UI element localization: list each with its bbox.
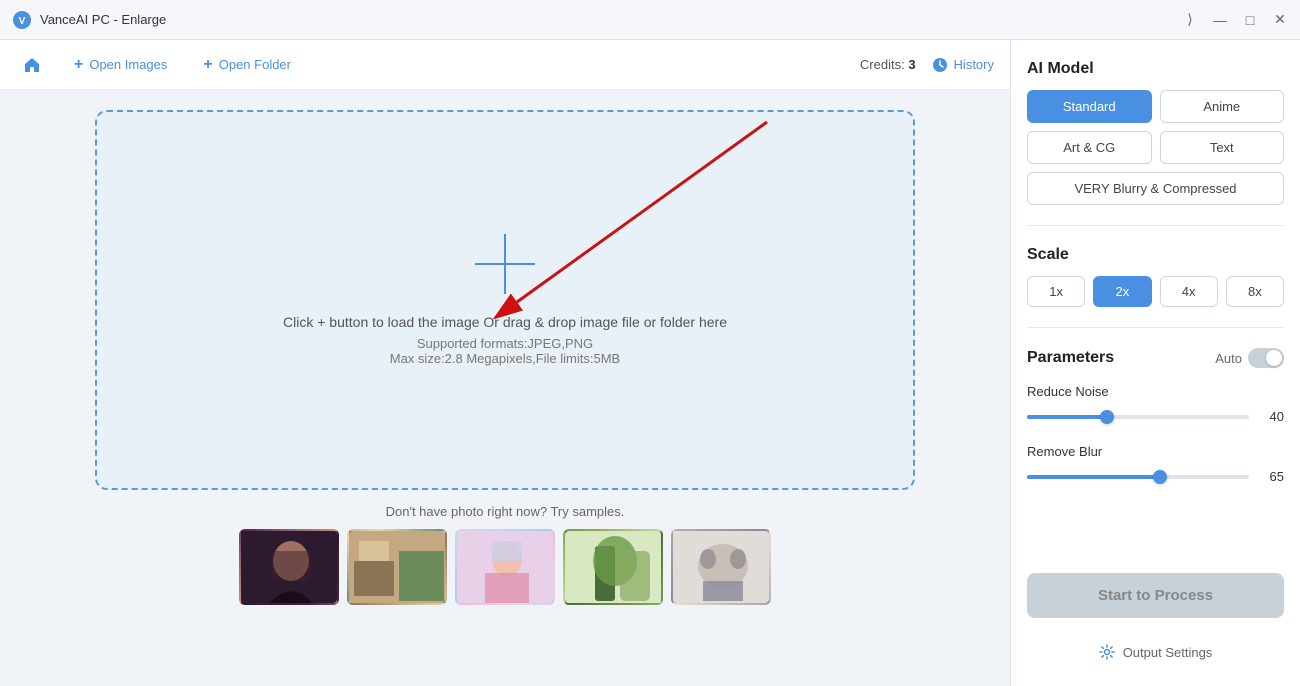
remove-blur-track[interactable] bbox=[1027, 475, 1249, 479]
samples-row bbox=[239, 529, 771, 605]
divider-1 bbox=[1027, 225, 1284, 226]
app-layout: + Open Images + Open Folder Credits: 3 H… bbox=[0, 40, 1300, 686]
ai-model-title: AI Model bbox=[1027, 60, 1284, 78]
right-panel: AI Model Standard Anime Art & CG Text VE… bbox=[1010, 40, 1300, 686]
minimize-button[interactable]: — bbox=[1212, 12, 1228, 28]
plus-icon-folder: + bbox=[203, 56, 212, 74]
divider-2 bbox=[1027, 327, 1284, 328]
parameters-section: Parameters Auto Reduce Noise 40 Remove B… bbox=[1027, 348, 1284, 504]
sample-image-1[interactable] bbox=[239, 529, 339, 605]
open-folder-button[interactable]: + Open Folder bbox=[193, 50, 301, 80]
output-settings-button[interactable]: Output Settings bbox=[1027, 638, 1284, 666]
parameters-title: Parameters bbox=[1027, 349, 1114, 367]
crosshair-icon bbox=[475, 234, 535, 294]
gear-icon bbox=[1099, 644, 1115, 660]
sample-image-4[interactable] bbox=[563, 529, 663, 605]
toolbar: + Open Images + Open Folder Credits: 3 H… bbox=[0, 40, 1010, 90]
credits-value: 3 bbox=[908, 57, 915, 72]
open-images-button[interactable]: + Open Images bbox=[64, 50, 177, 80]
app-title: VanceAI PC - Enlarge bbox=[40, 12, 166, 27]
close-button[interactable]: ✕ bbox=[1272, 12, 1288, 28]
vance-icon[interactable]: ⟩ bbox=[1182, 12, 1198, 28]
sample-image-3[interactable] bbox=[455, 529, 555, 605]
credits-text: Credits: 3 bbox=[860, 57, 916, 72]
ai-model-section: AI Model Standard Anime Art & CG Text VE… bbox=[1027, 60, 1284, 205]
start-process-button[interactable]: Start to Process bbox=[1027, 573, 1284, 618]
sample-image-5[interactable] bbox=[671, 529, 771, 605]
model-anime-button[interactable]: Anime bbox=[1160, 90, 1285, 123]
reduce-noise-label: Reduce Noise bbox=[1027, 384, 1284, 399]
auto-toggle-group: Auto bbox=[1215, 348, 1284, 368]
plus-icon: + bbox=[74, 56, 83, 74]
open-folder-label: Open Folder bbox=[219, 57, 291, 72]
samples-label: Don't have photo right now? Try samples. bbox=[386, 504, 625, 519]
samples-section: Don't have photo right now? Try samples. bbox=[239, 504, 771, 605]
model-blurry-button[interactable]: VERY Blurry & Compressed bbox=[1027, 172, 1284, 205]
model-text-button[interactable]: Text bbox=[1160, 131, 1285, 164]
home-button[interactable] bbox=[16, 49, 48, 81]
remove-blur-label: Remove Blur bbox=[1027, 444, 1284, 459]
remove-blur-value: 65 bbox=[1259, 469, 1284, 484]
model-artcg-button[interactable]: Art & CG bbox=[1027, 131, 1152, 164]
reduce-noise-fill bbox=[1027, 415, 1107, 419]
app-logo: V bbox=[12, 10, 32, 30]
drop-zone[interactable]: Click + button to load the image Or drag… bbox=[95, 110, 915, 490]
main-area: + Open Images + Open Folder Credits: 3 H… bbox=[0, 40, 1010, 686]
scale-row: 1x 2x 4x 8x bbox=[1027, 276, 1284, 307]
titlebar-left: V VanceAI PC - Enlarge bbox=[12, 10, 166, 30]
scale-2x-button[interactable]: 2x bbox=[1093, 276, 1151, 307]
history-label: History bbox=[954, 57, 994, 72]
maximize-button[interactable]: □ bbox=[1242, 12, 1258, 28]
auto-toggle[interactable] bbox=[1248, 348, 1284, 368]
history-button[interactable]: History bbox=[932, 57, 994, 73]
scale-section: Scale 1x 2x 4x 8x bbox=[1027, 246, 1284, 307]
drop-sub-text1: Supported formats:JPEG,PNG bbox=[417, 336, 593, 351]
auto-label: Auto bbox=[1215, 351, 1242, 366]
credits-area: Credits: 3 History bbox=[860, 57, 994, 73]
remove-blur-row: 65 bbox=[1027, 469, 1284, 484]
drop-sub-text2: Max size:2.8 Megapixels,File limits:5MB bbox=[390, 351, 620, 366]
reduce-noise-value: 40 bbox=[1259, 409, 1284, 424]
params-header: Parameters Auto bbox=[1027, 348, 1284, 368]
model-standard-button[interactable]: Standard bbox=[1027, 90, 1152, 123]
titlebar: V VanceAI PC - Enlarge ⟩ — □ ✕ bbox=[0, 0, 1300, 40]
scale-8x-button[interactable]: 8x bbox=[1226, 276, 1284, 307]
remove-blur-thumb[interactable] bbox=[1153, 470, 1167, 484]
scale-1x-button[interactable]: 1x bbox=[1027, 276, 1085, 307]
reduce-noise-thumb[interactable] bbox=[1100, 410, 1114, 424]
scale-title: Scale bbox=[1027, 246, 1284, 264]
window-controls: ⟩ — □ ✕ bbox=[1182, 12, 1288, 28]
model-grid: Standard Anime Art & CG Text VERY Blurry… bbox=[1027, 90, 1284, 205]
spacer bbox=[1027, 524, 1284, 553]
reduce-noise-row: 40 bbox=[1027, 409, 1284, 424]
reduce-noise-track[interactable] bbox=[1027, 415, 1249, 419]
sample-image-2[interactable] bbox=[347, 529, 447, 605]
open-images-label: Open Images bbox=[89, 57, 167, 72]
drop-main-text: Click + button to load the image Or drag… bbox=[283, 314, 727, 330]
scale-4x-button[interactable]: 4x bbox=[1160, 276, 1218, 307]
output-settings-label: Output Settings bbox=[1123, 645, 1213, 660]
svg-text:V: V bbox=[19, 16, 26, 27]
content-area: Click + button to load the image Or drag… bbox=[0, 90, 1010, 686]
remove-blur-fill bbox=[1027, 475, 1160, 479]
